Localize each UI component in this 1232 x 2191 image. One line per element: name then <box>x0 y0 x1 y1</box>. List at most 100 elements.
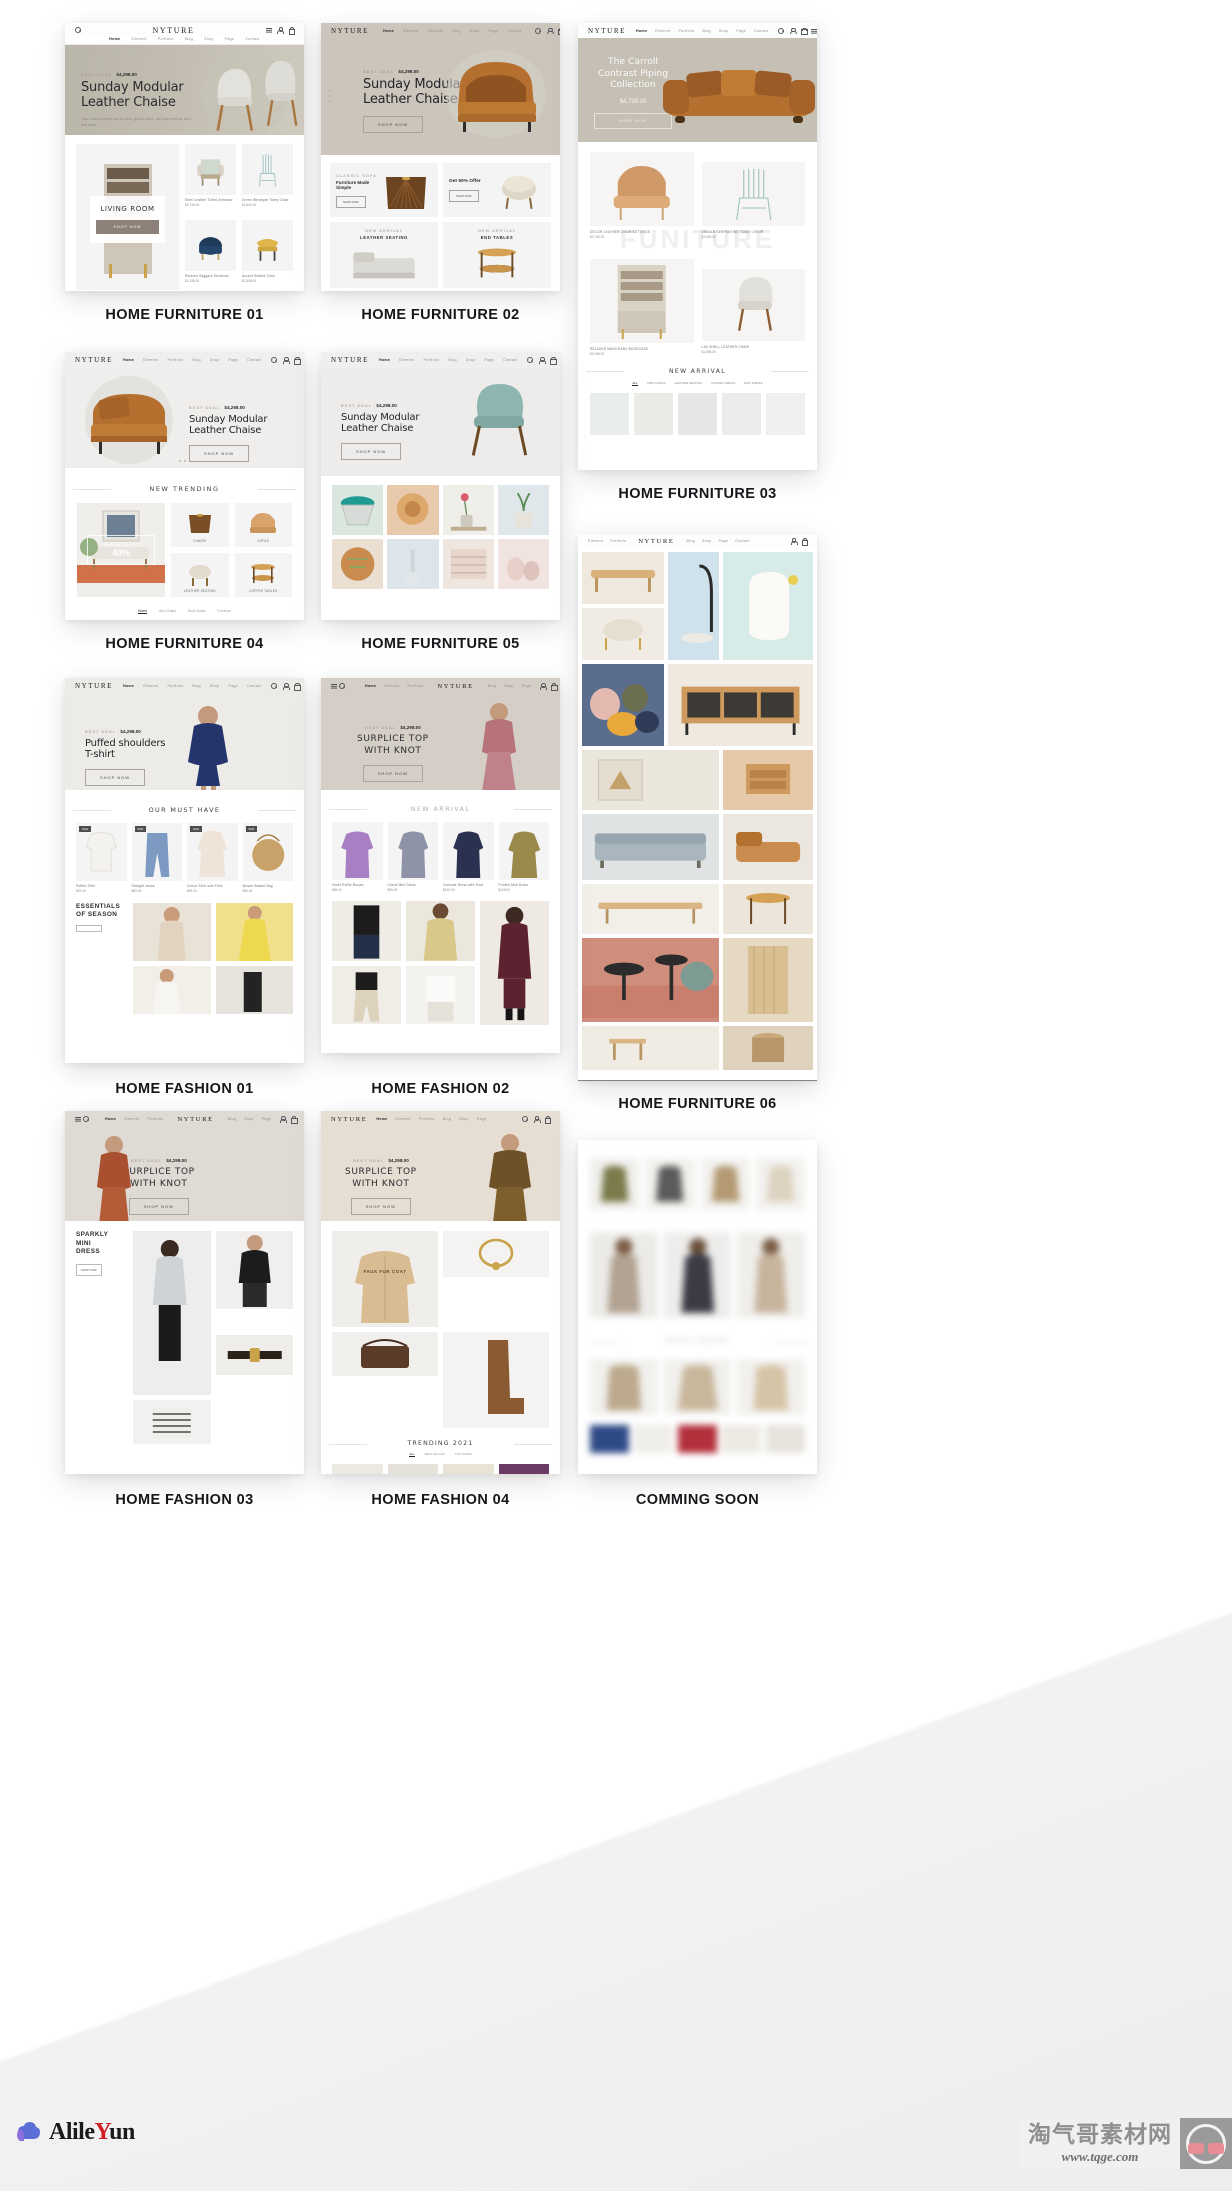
nav-item-page[interactable]: Page <box>228 358 238 362</box>
lookbook-item[interactable] <box>215 1231 293 1309</box>
thumb[interactable] <box>678 392 717 435</box>
main-nav[interactable]: Home Element Portfolio Blog Shop Page Co… <box>636 29 768 33</box>
product-item[interactable]: NEW Woven Basket Bag $89.00 <box>242 823 293 893</box>
lookbook-item[interactable] <box>215 965 293 1014</box>
nav-item-blog[interactable]: Blog <box>443 1117 451 1121</box>
product-item[interactable]: Green Wesleyan Tobey Chair $1,530.00 <box>242 144 293 214</box>
bag-icon[interactable] <box>549 357 557 365</box>
user-icon[interactable] <box>533 1116 541 1123</box>
nav-item-home[interactable]: Home <box>365 684 376 688</box>
essentials-cta[interactable] <box>76 925 102 933</box>
main-nav[interactable]: Home Element Portfolio <box>105 1117 163 1121</box>
nav-item-portfolio[interactable]: Portfolio <box>419 1117 435 1121</box>
user-icon[interactable] <box>282 357 290 364</box>
nav-item-blog[interactable]: Blog <box>488 684 496 688</box>
filter-furniture[interactable]: Furniture <box>217 609 231 614</box>
nav-item-element[interactable]: Element <box>588 539 603 543</box>
trending-item[interactable] <box>387 1464 438 1474</box>
mosaic-item[interactable] <box>442 539 494 589</box>
bag-icon[interactable] <box>544 1116 552 1124</box>
user-icon[interactable] <box>546 27 554 35</box>
nav-item-home[interactable]: Home <box>636 29 647 33</box>
main-nav[interactable]: Home Element Portfolio Blog Shop Page Co… <box>123 358 261 362</box>
main-nav[interactable]: Home Element Portfolio Blog Shop Page Co… <box>383 29 521 33</box>
nav-item-page[interactable]: Page <box>736 29 746 33</box>
bag-icon[interactable] <box>293 357 301 365</box>
hero-slider-dots[interactable] <box>329 90 331 102</box>
nav-item-contact[interactable]: Contact <box>245 37 260 41</box>
product-item[interactable]: Printed Midi Dress $129.00 <box>498 822 549 892</box>
trending-item[interactable] <box>332 1464 383 1474</box>
main-nav[interactable]: Home Element Portfolio <box>365 684 423 688</box>
dot[interactable] <box>178 460 181 462</box>
demo-card-home-furniture-01[interactable]: NYTURE Home Element Portfolio Blog Shop … <box>65 23 304 291</box>
user-icon[interactable] <box>538 357 546 364</box>
mosaic-item[interactable] <box>387 485 439 535</box>
lookbook-item[interactable] <box>480 900 549 1025</box>
nav-item-page[interactable]: Page <box>719 539 729 543</box>
nav-item-element[interactable]: Element <box>396 1117 411 1121</box>
promo-tile[interactable]: LIVING ROOM SHOP NOW <box>76 144 179 290</box>
bag-icon[interactable] <box>557 27 560 36</box>
category-tile[interactable]: CHAIRS <box>171 503 229 547</box>
trending-item[interactable] <box>443 1464 494 1474</box>
hero-slider-dots[interactable] <box>178 460 191 462</box>
thumb[interactable] <box>722 392 761 435</box>
lookbook-item[interactable] <box>133 902 211 961</box>
nav-item-element[interactable]: Element <box>655 29 670 33</box>
gallery-item[interactable] <box>582 750 719 810</box>
user-icon[interactable] <box>282 683 290 690</box>
gallery-item[interactable] <box>722 552 813 660</box>
nav-item-home[interactable]: Home <box>109 37 120 41</box>
mosaic-item[interactable] <box>332 485 384 535</box>
product-item[interactable] <box>443 1231 549 1277</box>
nav-item-page[interactable]: Page <box>225 37 235 41</box>
nav-item-portfolio[interactable]: Portfolio <box>610 539 626 543</box>
banner-card[interactable]: NEW ARRIVAL LEATHER SEATING <box>330 222 438 288</box>
product-item[interactable]: Violet Ruffle Blouse $89.00 <box>332 822 383 892</box>
search-icon[interactable] <box>778 27 785 34</box>
gallery-item[interactable] <box>722 938 813 1022</box>
nav-item-shop[interactable]: Shop <box>504 684 514 688</box>
category-tile[interactable]: COFFEE TABLES <box>234 553 292 597</box>
nav-item-portfolio[interactable]: Portfolio <box>158 37 174 41</box>
nav-item-home[interactable]: Home <box>379 358 390 362</box>
lookbook-item[interactable] <box>406 900 475 961</box>
demo-card-home-furniture-05[interactable]: NYTURE Home Element Portfolio Blog Shop … <box>321 352 560 620</box>
gallery-item[interactable] <box>582 938 719 1022</box>
banner-card[interactable]: NEW ARRIVAL END TABLES <box>443 222 551 288</box>
product-item[interactable]: Relaxed Saggara Sectional $3,198.00 <box>185 220 236 290</box>
nav-item-element[interactable]: Element <box>143 358 158 362</box>
nav-item-page[interactable]: Page <box>262 1117 272 1121</box>
gallery-item[interactable] <box>582 1026 719 1070</box>
banner-cta[interactable]: SHOP NOW <box>449 189 479 202</box>
product-item[interactable]: DECOR LEATHER CHAIR SETTINGS $2,730.00 <box>590 152 694 239</box>
nav-item-contact[interactable]: Contact <box>507 29 522 33</box>
filter-home[interactable]: Home <box>138 609 148 614</box>
dot[interactable] <box>183 460 186 462</box>
nav-item-home[interactable]: Home <box>123 358 134 362</box>
product-item[interactable]: Accent Slatted Chair $1,598.00 <box>242 220 293 290</box>
gallery-item[interactable] <box>667 664 813 746</box>
demo-card-home-fashion-02[interactable]: Home Element Portfolio NYTURE Blog Shop … <box>321 678 560 1053</box>
mosaic-item[interactable] <box>442 485 494 535</box>
hero-cta-button[interactable]: SHOP NOW <box>341 442 402 460</box>
dot[interactable] <box>329 90 331 92</box>
nav-item-shop[interactable]: Shop <box>719 29 729 33</box>
main-nav[interactable]: Home Element Portfolio Blog Shop Page Co… <box>379 358 517 362</box>
user-icon[interactable] <box>790 538 798 545</box>
editorial-cta[interactable]: SHOP NOW <box>76 1263 102 1276</box>
product-item[interactable] <box>443 1332 549 1428</box>
product-item[interactable]: DEKALB SERPENTINE TOBEY CHAIR $3,530.00 <box>701 152 805 239</box>
nav-item-blog[interactable]: Blog <box>185 37 193 41</box>
user-icon[interactable] <box>789 27 797 35</box>
trending-item[interactable] <box>498 1464 549 1474</box>
nav-item-element[interactable]: Element <box>124 1117 139 1121</box>
hero-cta-button[interactable]: SHOP NOW <box>363 115 424 133</box>
main-nav[interactable]: Home Element Portfolio Blog Shop Page <box>376 1117 486 1121</box>
nav-item-home[interactable]: Home <box>376 1117 387 1121</box>
nav-item-shop[interactable]: Shop <box>210 358 220 362</box>
nav-item-page[interactable]: Page <box>228 684 238 688</box>
nav-item-portfolio[interactable]: Portfolio <box>167 684 183 688</box>
dot[interactable] <box>329 100 331 102</box>
